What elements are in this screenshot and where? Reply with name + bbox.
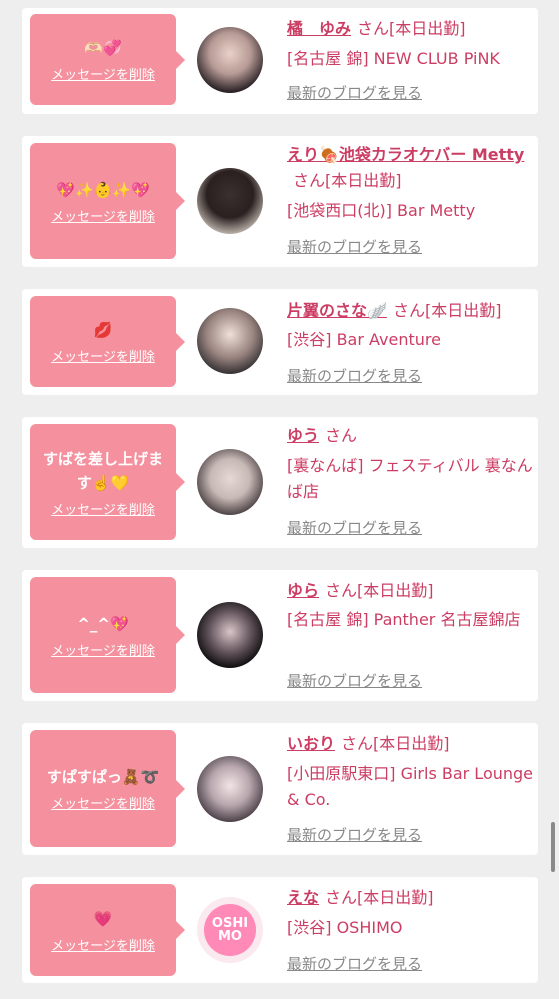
message-card: ^_^💖 メッセージを削除 ゆら さん[本日出勤] [名古屋 錦] Panther… [22,570,538,701]
cast-name-link[interactable]: えり🍖池袋カラオケバー Metty [287,145,524,164]
shop-name: [渋谷] Bar Aventure [287,330,441,349]
avatar[interactable] [197,449,263,515]
name-line: えり🍖池袋カラオケバー Metty さん[本日出勤] [287,142,532,194]
avatar[interactable] [197,168,263,234]
avatar[interactable] [197,27,263,93]
status-badge: [本日出勤] [325,171,402,190]
avatar[interactable] [197,602,263,668]
message-text: 💖✨👶✨💖 [56,180,150,199]
cast-name-link[interactable]: いおり [287,734,335,753]
message-text: ^_^💖 [77,614,129,633]
latest-blog-link[interactable]: 最新のブログを見る [287,236,422,257]
honorific: さん [392,301,425,320]
latest-blog-link[interactable]: 最新のブログを見る [287,824,422,845]
delete-message-link[interactable]: メッセージを削除 [51,793,155,812]
shop-name: [小田原駅東口] Girls Bar Lounge & Co. [287,764,534,809]
delete-message-link[interactable]: メッセージを削除 [51,64,155,83]
cast-name-link[interactable]: 橘 ゆみ [287,19,351,38]
shop-name: [池袋西口(北)] Bar Metty [287,201,476,220]
shop-name: [裏なんば] フェスティバル 裏なんば店 [287,456,533,501]
message-text: すぱすぱっ🧸➰ [46,768,160,786]
shop-name: [渋谷] OSHIMO [287,918,403,937]
delete-message-link[interactable]: メッセージを削除 [51,206,155,225]
honorific: さん [325,426,358,445]
scrollbar[interactable] [551,822,555,872]
honorific: さん [357,19,390,38]
delete-message-link[interactable]: メッセージを削除 [51,935,155,954]
message-text: 💗 [93,909,113,928]
message-text: 💋 [93,321,113,339]
honorific: さん [293,171,326,190]
latest-blog-link[interactable]: 最新のブログを見る [287,953,422,974]
status-badge: [本日出勤] [357,581,434,600]
name-line: 片翼のさな🪽 さん[本日出勤] [287,298,532,324]
status-badge: [本日出勤] [357,888,434,907]
message-bubble: 🫶🏻💞 メッセージを削除 [30,14,185,105]
cast-name-link[interactable]: 片翼のさな🪽 [287,301,387,320]
message-card: 🫶🏻💞 メッセージを削除 橘 ゆみ さん[本日出勤] [名古屋 錦] NEW CL… [22,8,538,114]
latest-blog-link[interactable]: 最新のブログを見る [287,365,422,386]
message-bubble: すばを差し上げます☝️💛 メッセージを削除 [30,424,185,540]
name-line: いおり さん[本日出勤] [287,731,532,757]
message-bubble: 💖✨👶✨💖 メッセージを削除 [30,143,185,259]
message-card: 💖✨👶✨💖 メッセージを削除 えり🍖池袋カラオケバー Metty さん[本日出勤]… [22,136,538,267]
cast-name-link[interactable]: えな [287,888,319,907]
honorific: さん [325,581,358,600]
logo-text: OSHI MO [211,916,249,944]
avatar[interactable] [197,308,263,374]
message-card: すばを差し上げます☝️💛 メッセージを削除 ゆう さん [裏なんば] フェスティバ… [22,417,538,548]
shop-name: [名古屋 錦] Panther 名古屋錦店 [287,610,521,629]
oshimo-logo: OSHI MO [204,904,256,956]
message-bubble: 💗 メッセージを削除 [30,884,185,976]
status-badge: [本日出勤] [424,301,502,320]
cast-name-link[interactable]: ゆら [287,581,319,600]
message-list: 🫶🏻💞 メッセージを削除 橘 ゆみ さん[本日出勤] [名古屋 錦] NEW CL… [0,0,559,999]
honorific: さん [341,734,374,753]
avatar[interactable] [197,756,263,822]
latest-blog-link[interactable]: 最新のブログを見る [287,517,422,538]
message-bubble: 💋 メッセージを削除 [30,296,185,387]
status-badge: [本日出勤] [373,734,450,753]
name-line: ゆう さん [287,423,532,449]
message-bubble: ^_^💖 メッセージを削除 [30,577,185,693]
cast-name-link[interactable]: ゆう [287,426,319,445]
avatar[interactable]: OSHI MO [197,897,263,963]
name-line: えな さん[本日出勤] [287,885,532,911]
message-text: すばを差し上げます☝️💛 [42,449,163,492]
delete-message-link[interactable]: メッセージを削除 [51,346,155,365]
message-card: すぱすぱっ🧸➰ メッセージを削除 いおり さん[本日出勤] [小田原駅東口] Gi… [22,723,538,855]
name-line: ゆら さん[本日出勤] [287,578,532,604]
message-card: 💋 メッセージを削除 片翼のさな🪽 さん[本日出勤] [渋谷] Bar Avent… [22,289,538,395]
message-text: 🫶🏻💞 [84,39,122,57]
status-badge: [本日出勤] [389,19,466,38]
message-card: 💗 メッセージを削除 OSHI MO えな さん[本日出勤] [渋谷] OSHIM… [22,877,538,983]
message-bubble: すぱすぱっ🧸➰ メッセージを削除 [30,730,185,847]
name-line: 橘 ゆみ さん[本日出勤] [287,16,532,42]
delete-message-link[interactable]: メッセージを削除 [51,499,155,518]
shop-name: [名古屋 錦] NEW CLUB PiNK [287,49,500,68]
delete-message-link[interactable]: メッセージを削除 [51,640,155,659]
honorific: さん [325,888,358,907]
latest-blog-link[interactable]: 最新のブログを見る [287,82,422,103]
latest-blog-link[interactable]: 最新のブログを見る [287,670,422,691]
